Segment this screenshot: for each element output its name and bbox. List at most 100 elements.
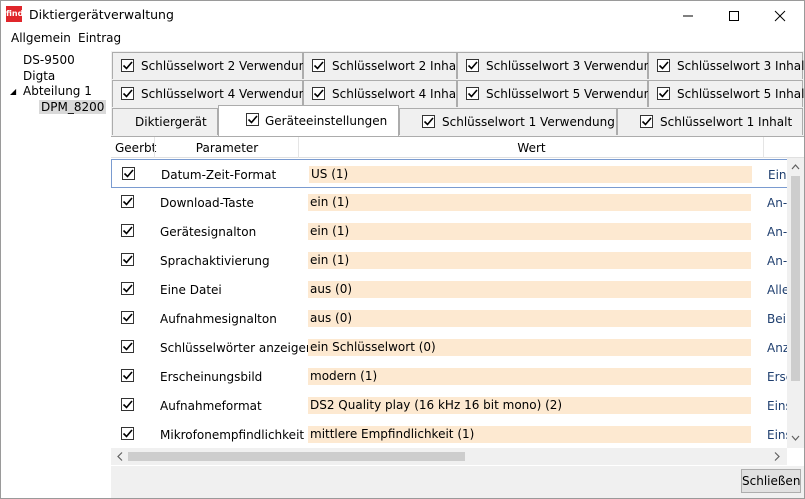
value-field[interactable]: ein (1) [308, 223, 751, 240]
table-row[interactable]: Datum-Zeit-Format US (1) Eins [111, 159, 804, 188]
header-parameter[interactable]: Parameter [155, 141, 299, 155]
tab-checkbox[interactable] [657, 87, 670, 100]
value-field[interactable]: aus (0) [308, 310, 751, 327]
tab-checkbox[interactable] [466, 59, 479, 72]
table-row[interactable]: Eine Datei aus (0) Alle [111, 275, 804, 304]
tab-label: Schlüsselwort 5 Verwendung [486, 87, 659, 101]
parameter-name: Sprachaktivierung [160, 254, 270, 268]
maximize-button[interactable] [711, 1, 757, 29]
tab-schluesselwort-3-inhalt[interactable]: Schlüsselwort 3 Inhalt [648, 52, 805, 79]
header-wert[interactable]: Wert [299, 141, 764, 155]
expanded-arrow-icon[interactable]: ◢ [10, 87, 16, 96]
table-row[interactable]: Download-Taste ein (1) An- [111, 188, 804, 217]
tab-checkbox[interactable] [422, 115, 435, 128]
menu-eintrag[interactable]: Eintrag [78, 31, 121, 45]
scroll-left-icon[interactable] [115, 451, 125, 462]
tab-label: Schlüsselwort 2 Inhalt [332, 59, 465, 73]
value-field[interactable]: DS2 Quality play (16 kHz 16 bit mono) (2… [308, 397, 751, 414]
tree-item-abteilung[interactable]: Abteilung 1 [23, 84, 92, 98]
tab-label: Schlüsselwort 3 Inhalt [677, 59, 805, 73]
checkmark-icon [122, 313, 133, 322]
tree-item-digta[interactable]: Digta [23, 69, 55, 83]
table-row[interactable]: Schlüsselwörter anzeigen ein Schlüsselwor… [111, 333, 804, 362]
scroll-up-icon[interactable] [791, 161, 800, 173]
tab-label: Schlüsselwort 3 Verwendung [486, 59, 659, 73]
tab-checkbox[interactable] [466, 87, 479, 100]
tab-checkbox[interactable] [657, 59, 670, 72]
tab-checkbox[interactable] [246, 113, 259, 126]
checkmark-icon [122, 89, 133, 98]
parameter-name: Mikrofonempfindlichkeit [160, 428, 305, 442]
tab-label: Schlüsselwort 1 Inhalt [660, 115, 793, 129]
inherited-checkbox[interactable] [121, 282, 134, 295]
inherited-checkbox[interactable] [122, 167, 135, 180]
parameter-name: Download-Taste [160, 196, 254, 210]
value-field[interactable]: aus (0) [308, 281, 751, 298]
vertical-scroll-thumb[interactable] [791, 176, 800, 381]
close-window-button[interactable] [757, 1, 803, 29]
description-cell: An- [767, 196, 788, 210]
table-row[interactable]: Aufnahmeformat DS2 Quality play (16 kHz 1… [111, 391, 804, 420]
scroll-down-icon[interactable] [791, 432, 800, 444]
tab-geraeteeinstellungen[interactable]: Geräteeinstellungen [218, 105, 399, 136]
scroll-right-icon[interactable] [772, 451, 782, 462]
inherited-checkbox[interactable] [121, 195, 134, 208]
table-row[interactable]: Sprachaktivierung ein (1) An- [111, 246, 804, 275]
table-row[interactable]: Erscheinungsbild modern (1) Ersc [111, 362, 804, 391]
value-field[interactable]: ein Schlüsselwort (0) [308, 339, 751, 356]
table-row[interactable]: Aufnahmesignalton aus (0) Beir [111, 304, 804, 333]
table-row[interactable]: Mikrofonempfindlichkeit mittlere Empfindl… [111, 420, 804, 449]
vertical-scrollbar[interactable] [787, 158, 804, 448]
tab-label: Schlüsselwort 1 Verwendung [442, 115, 615, 129]
value-field[interactable]: ein (1) [308, 252, 751, 269]
tab-checkbox[interactable] [121, 87, 134, 100]
grid-header: Geerbt Parameter Wert [111, 137, 804, 158]
tab-schluesselwort-4-verwendung[interactable]: Schlüsselwort 4 Verwendung [112, 80, 314, 107]
checkmark-icon [122, 429, 133, 438]
minimize-button[interactable] [665, 1, 711, 29]
tab-diktiergeraet[interactable]: Diktiergerät [112, 108, 218, 135]
checkmark-icon [122, 197, 133, 206]
inherited-checkbox[interactable] [121, 340, 134, 353]
tab-schluesselwort-5-verwendung[interactable]: Schlüsselwort 5 Verwendung [457, 80, 659, 107]
tree-item-ds9500[interactable]: DS-9500 [23, 53, 75, 67]
tab-schluesselwort-1-verwendung[interactable]: Schlüsselwort 1 Verwendung [399, 108, 617, 135]
tab-checkbox[interactable] [640, 115, 653, 128]
tab-schluesselwort-2-inhalt[interactable]: Schlüsselwort 2 Inhalt [303, 52, 464, 79]
value-field[interactable]: mittlere Empfindlichkeit (1) [308, 426, 751, 443]
find-app-icon: find [6, 6, 23, 22]
inherited-checkbox[interactable] [121, 253, 134, 266]
table-row[interactable]: Gerätesignalton ein (1) An- [111, 217, 804, 246]
value-field[interactable]: modern (1) [308, 368, 751, 385]
checkmark-icon [313, 61, 324, 70]
value-field[interactable]: US (1) [309, 166, 752, 183]
close-icon [774, 10, 786, 22]
value-field[interactable]: ein (1) [308, 194, 751, 211]
horizontal-scrollbar[interactable] [111, 448, 787, 465]
horizontal-scroll-thumb[interactable] [128, 452, 465, 461]
checkmark-icon [123, 169, 134, 178]
menu-allgemein[interactable]: Allgemein [11, 31, 71, 45]
header-geerbt[interactable]: Geerbt [115, 141, 156, 155]
checkmark-icon [423, 117, 434, 126]
inherited-checkbox[interactable] [121, 398, 134, 411]
tree-item-dpm8200[interactable]: DPM_8200 [39, 100, 107, 114]
tab-checkbox[interactable] [121, 59, 134, 72]
tab-schluesselwort-4-inhalt[interactable]: Schlüsselwort 4 Inhalt [303, 80, 464, 107]
tab-schluesselwort-3-verwendung[interactable]: Schlüsselwort 3 Verwendung [457, 52, 659, 79]
settings-panel: Schlüsselwort 2 Verwendung Schlüsselwort… [111, 51, 805, 498]
checkmark-icon [467, 89, 478, 98]
inherited-checkbox[interactable] [121, 369, 134, 382]
parameter-name: Gerätesignalton [160, 225, 257, 239]
close-button[interactable]: Schließen [741, 469, 801, 493]
parameter-name: Schlüsselwörter anzeigen [160, 341, 314, 355]
inherited-checkbox[interactable] [121, 427, 134, 440]
tab-schluesselwort-1-inhalt[interactable]: Schlüsselwort 1 Inhalt [617, 108, 803, 135]
inherited-checkbox[interactable] [121, 311, 134, 324]
tab-checkbox[interactable] [312, 87, 325, 100]
tab-schluesselwort-5-inhalt[interactable]: Schlüsselwort 5 Inhalt [648, 80, 804, 107]
tab-schluesselwort-2-verwendung[interactable]: Schlüsselwort 2 Verwendung [112, 52, 314, 79]
inherited-checkbox[interactable] [121, 224, 134, 237]
tab-checkbox[interactable] [312, 59, 325, 72]
parameter-name: Eine Datei [160, 283, 222, 297]
